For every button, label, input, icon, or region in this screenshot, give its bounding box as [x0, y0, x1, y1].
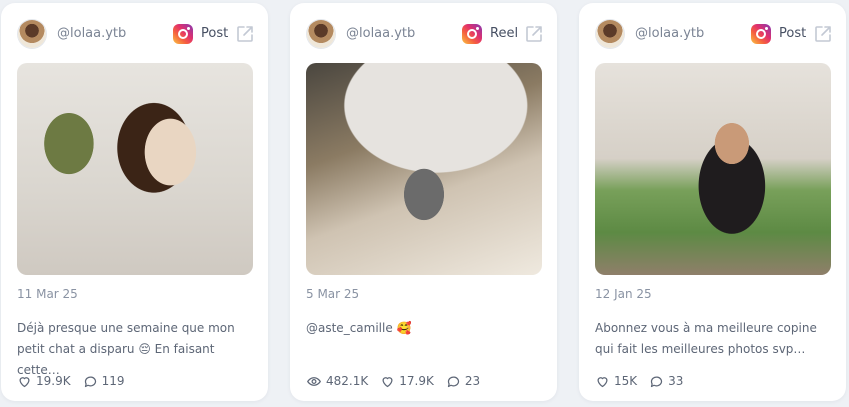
views-count: 482.1K	[326, 374, 369, 388]
comments-count: 33	[668, 374, 684, 388]
heart-icon	[382, 376, 393, 387]
likes-stat: 17.9K	[380, 374, 434, 389]
post-date: 11 Mar 25	[17, 287, 78, 301]
card-header: @lolaa.ytb Reel	[306, 19, 543, 49]
account-handle[interactable]: @lolaa.ytb	[57, 26, 126, 41]
comment-icon	[651, 376, 663, 387]
external-link-icon[interactable]	[524, 24, 544, 44]
comments-count: 23	[464, 374, 481, 388]
likes-count: 15K	[614, 374, 638, 388]
likes-count: 17.9K	[399, 374, 434, 388]
account-handle[interactable]: @lolaa.ytb	[635, 26, 704, 41]
post-image[interactable]	[306, 63, 542, 275]
account-handle[interactable]: @lolaa.ytb	[346, 26, 415, 41]
avatar[interactable]	[596, 20, 624, 48]
post-card[interactable]: @lolaa.ytb Reel 5 Mar 25 @aste_camille 🥰…	[290, 3, 557, 401]
post-card[interactable]: @lolaa.ytb Post 12 Jan 25 Abonnez vous à…	[579, 3, 846, 401]
card-header: @lolaa.ytb Post	[17, 19, 254, 49]
post-date: 5 Mar 25	[306, 287, 360, 301]
instagram-icon	[751, 24, 771, 44]
comments-stat: 119	[83, 374, 125, 389]
heart-icon	[597, 376, 608, 387]
post-image[interactable]	[595, 63, 831, 275]
avatar[interactable]	[307, 20, 335, 48]
comments-count: 119	[101, 374, 125, 388]
post-date: 12 Jan 25	[595, 287, 652, 301]
avatar[interactable]	[18, 20, 46, 48]
heart-icon	[19, 376, 30, 387]
post-type-label: Post	[779, 26, 807, 41]
post-card[interactable]: @lolaa.ytb Post 11 Mar 25 Déjà presque u…	[1, 3, 268, 401]
instagram-icon	[173, 24, 193, 44]
instagram-icon	[462, 24, 482, 44]
post-type-label: Reel	[490, 26, 519, 41]
likes-count: 19.9K	[36, 374, 71, 388]
likes-stat: 15K	[595, 374, 637, 389]
post-stats: 15K 33	[595, 371, 695, 391]
likes-stat: 19.9K	[17, 374, 71, 389]
post-caption: @aste_camille 🥰	[306, 321, 412, 335]
external-link-icon[interactable]	[813, 24, 833, 44]
eye-icon	[307, 376, 321, 386]
post-caption: Abonnez vous à ma meilleure copine qui f…	[595, 321, 817, 356]
post-image[interactable]	[17, 63, 253, 275]
post-type-label: Post	[201, 26, 229, 41]
external-link-icon[interactable]	[235, 24, 255, 44]
post-stats: 482.1K 17.9K 23	[306, 371, 492, 391]
post-stats: 19.9K 119	[17, 371, 137, 391]
comment-icon	[447, 376, 459, 387]
card-header: @lolaa.ytb Post	[595, 19, 832, 49]
comments-stat: 33	[649, 374, 683, 389]
comments-stat: 23	[446, 374, 480, 389]
views-stat: 482.1K	[306, 374, 368, 389]
comment-icon	[84, 376, 96, 387]
